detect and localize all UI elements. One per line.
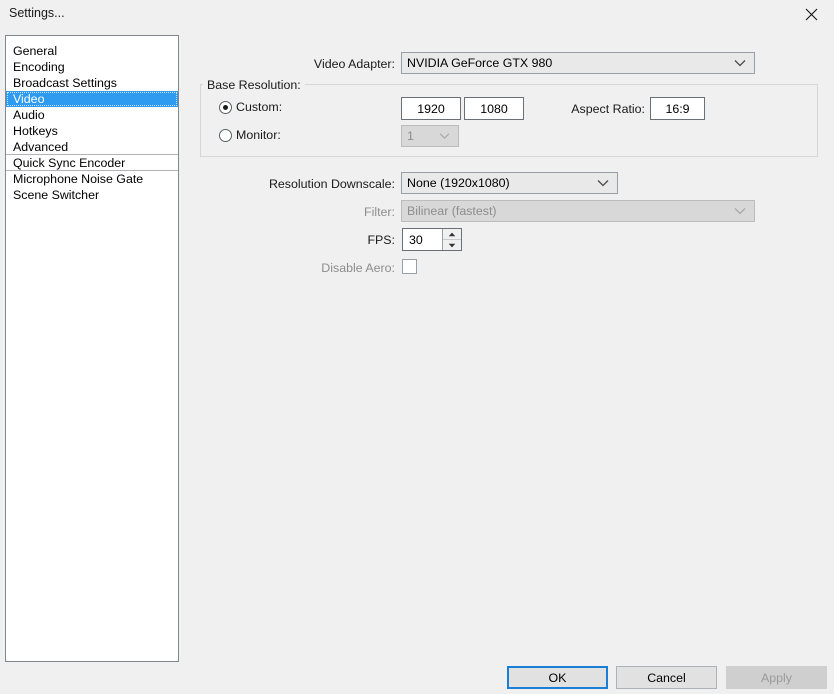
base-width-input[interactable]: 1920 [401,97,461,120]
fps-decrement-button[interactable] [443,240,461,250]
fps-increment-button[interactable] [443,229,461,240]
aspect-ratio-value: 16:9 [665,101,690,116]
fps-stepper-buttons[interactable] [442,229,461,250]
fps-value: 30 [409,232,423,247]
fps-label: FPS: [367,233,395,247]
resolution-downscale-value: None (1920x1080) [407,176,510,190]
monitor-resolution-radio[interactable]: Monitor: [219,128,281,142]
monitor-resolution-label: Monitor: [236,128,281,142]
base-height-value: 1080 [480,101,508,116]
radio-indicator [219,128,232,142]
chevron-down-icon [597,179,609,187]
chevron-down-icon [734,59,746,67]
disable-aero-checkbox [402,259,417,274]
monitor-select-combobox: 1 [401,125,459,147]
custom-resolution-label: Custom: [236,100,283,114]
filter-label: Filter: [364,205,395,219]
apply-button-label: Apply [761,670,792,685]
base-resolution-groupbox [200,84,818,157]
video-adapter-value: NVIDIA GeForce GTX 980 [407,56,553,70]
cancel-button[interactable]: Cancel [616,666,717,689]
video-adapter-combobox[interactable]: NVIDIA GeForce GTX 980 [401,52,755,74]
resolution-downscale-label: Resolution Downscale: [268,177,395,191]
ok-button[interactable]: OK [507,666,608,689]
base-width-value: 1920 [417,101,445,116]
filter-value: Bilinear (fastest) [407,204,497,218]
video-adapter-label: Video Adapter: [313,57,395,71]
disable-aero-label: Disable Aero: [321,261,395,275]
aspect-ratio-value-box: 16:9 [650,97,705,120]
cancel-button-label: Cancel [647,670,686,685]
resolution-downscale-combobox[interactable]: None (1920x1080) [401,172,618,194]
aspect-ratio-label: Aspect Ratio: [571,102,645,116]
apply-button: Apply [726,666,827,689]
filter-combobox: Bilinear (fastest) [401,200,755,222]
custom-resolution-radio[interactable]: Custom: [219,100,282,114]
video-settings-pane: Video Adapter: NVIDIA GeForce GTX 980 Ba… [0,0,834,694]
ok-button-label: OK [548,670,567,685]
monitor-select-value: 1 [407,129,414,143]
chevron-down-icon [734,207,746,215]
fps-stepper[interactable]: 30 [402,228,462,251]
chevron-down-icon [439,133,450,140]
base-resolution-group-label: Base Resolution: [203,78,305,92]
radio-indicator [219,100,232,114]
